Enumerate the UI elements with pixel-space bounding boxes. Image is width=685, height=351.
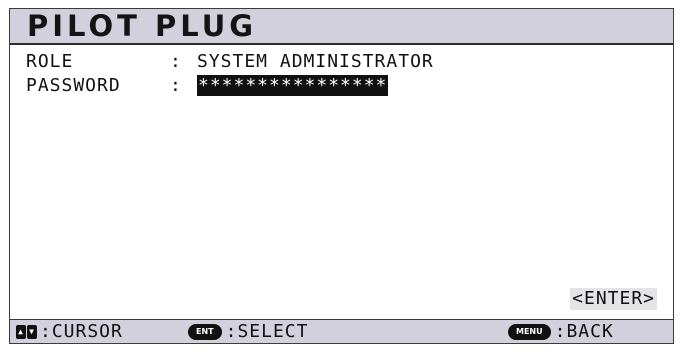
ent-key-icon: ENT: [188, 323, 222, 340]
title-bar: PILOT PLUG: [10, 9, 673, 45]
up-down-arrows-icon: ▲ ▼: [16, 324, 37, 339]
footer-select-hint: ENT :SELECT: [188, 320, 308, 343]
role-label: ROLE: [26, 51, 74, 72]
screen-frame: PILOT PLUG ROLE: SYSTEM ADMINISTRATOR PAS…: [9, 8, 674, 344]
role-separator: :: [170, 51, 182, 72]
footer-bar: ▲ ▼ :CURSOR ENT :SELECT MENU :BACK: [10, 319, 673, 343]
password-separator: :: [170, 75, 182, 96]
footer-cursor-label: :CURSOR: [40, 321, 123, 342]
footer-select-label: :SELECT: [225, 321, 309, 342]
password-row: PASSWORD: ****************: [26, 75, 389, 97]
footer-cursor-hint: ▲ ▼ :CURSOR: [16, 320, 123, 343]
role-row: ROLE: SYSTEM ADMINISTRATOR: [26, 51, 434, 73]
password-label: PASSWORD: [26, 75, 121, 96]
page-title: PILOT PLUG: [27, 9, 258, 43]
role-value: SYSTEM ADMINISTRATOR: [197, 51, 434, 72]
enter-button[interactable]: <ENTER>: [570, 288, 657, 310]
footer-back-label: :BACK: [554, 321, 614, 342]
footer-back-hint: MENU :BACK: [508, 320, 614, 343]
menu-key-icon: MENU: [508, 323, 551, 340]
password-field[interactable]: ****************: [197, 75, 389, 96]
